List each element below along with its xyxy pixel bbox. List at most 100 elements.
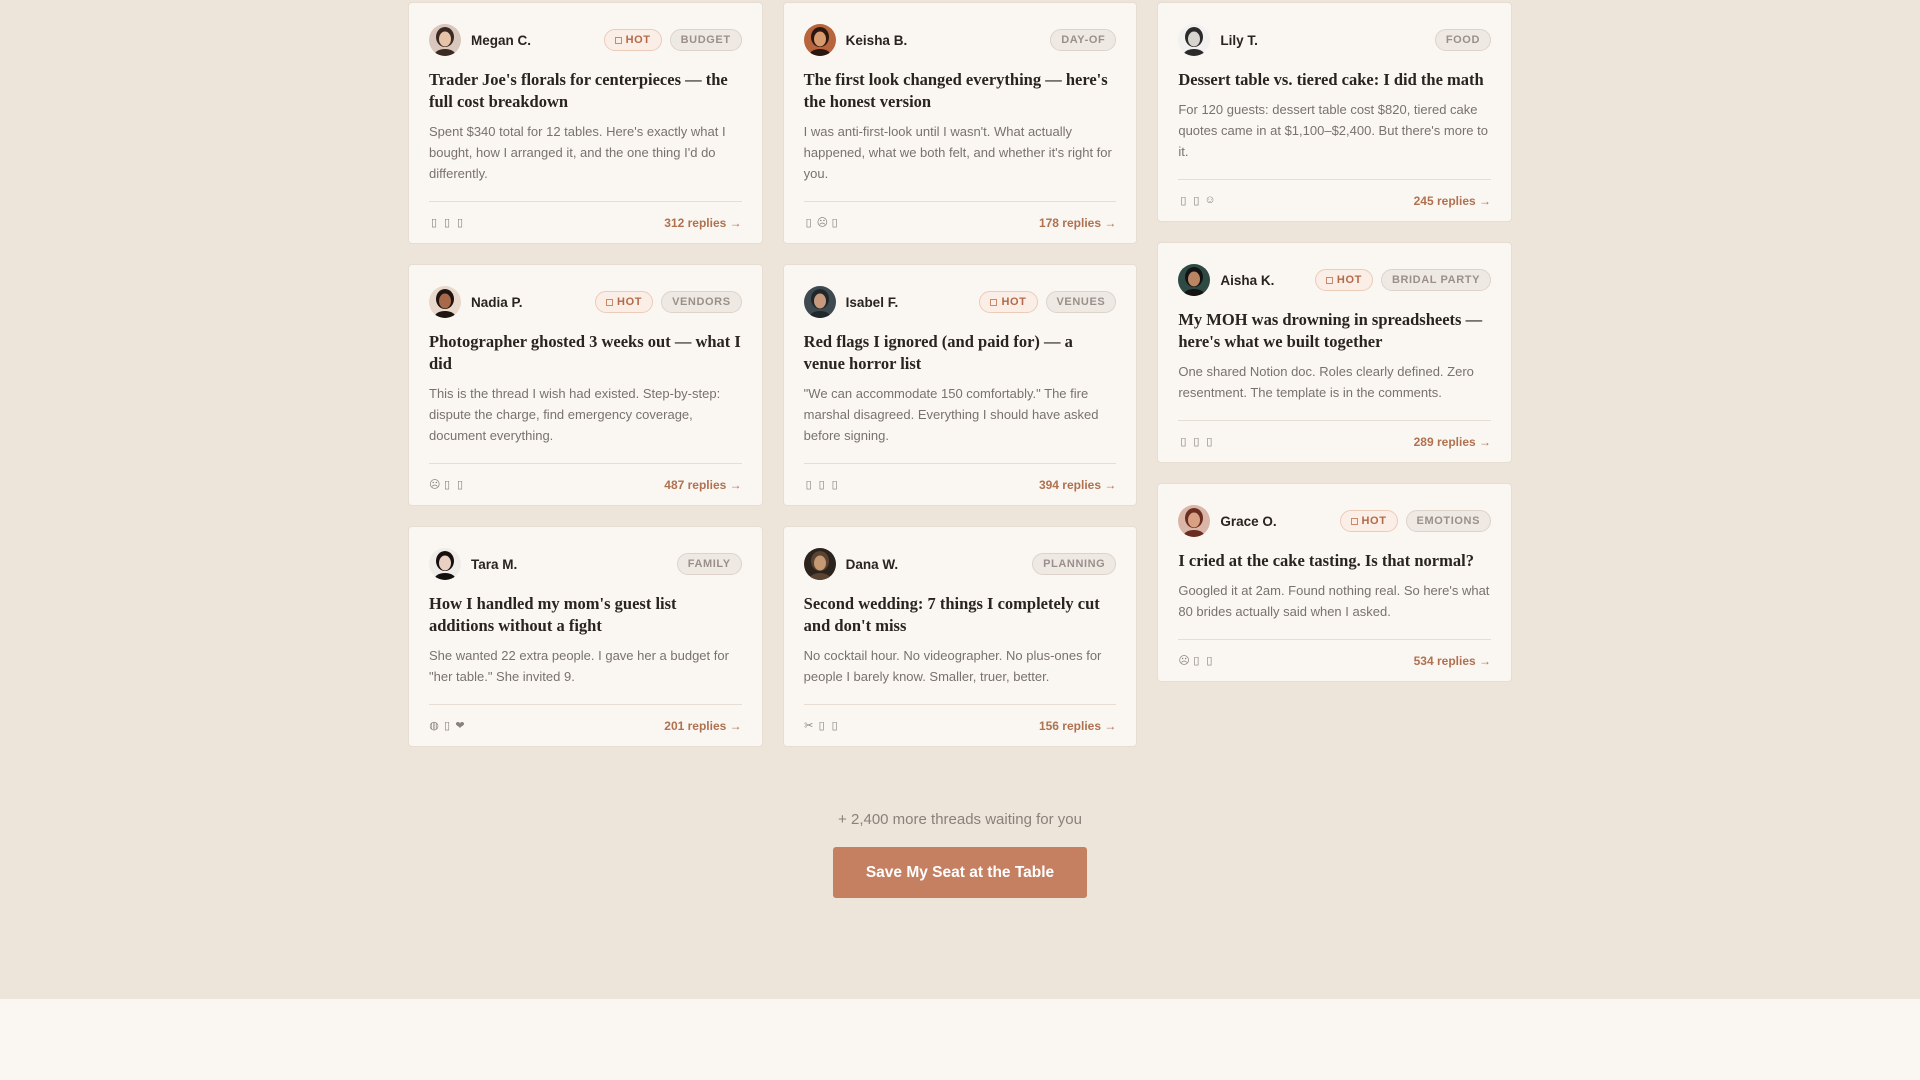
thread-card[interactable]: Nadia P. HOT VENDORS Photographer ghosted… <box>408 264 763 506</box>
tag-label: VENDORS <box>672 296 731 308</box>
card-footer: ☹ ▯ ▯ 487 replies → <box>429 463 742 505</box>
reaction-icon[interactable]: ▯ <box>455 216 465 229</box>
thread-card[interactable]: Tara M. FAMILY How I handled my mom's gu… <box>408 526 763 747</box>
thread-card[interactable]: Aisha K. HOT BRIDAL PARTY My MOH was drow… <box>1157 242 1513 463</box>
thread-title[interactable]: My MOH was drowning in spreadsheets — he… <box>1178 309 1491 353</box>
reaction-icon[interactable]: ▯ <box>804 478 814 491</box>
thread-title[interactable]: Red flags I ignored (and paid for) — a v… <box>804 331 1117 375</box>
reaction-icon[interactable]: ▯ <box>1178 194 1188 207</box>
reaction-icon[interactable]: ▯ <box>1191 654 1201 667</box>
reaction-icon[interactable]: ❤ <box>455 719 465 732</box>
tag-list: PLANNING <box>1032 553 1117 575</box>
thread-card[interactable]: Isabel F. HOT VENUES Red flags I ignored … <box>782 264 1138 506</box>
thread-title[interactable]: Photographer ghosted 3 weeks out — what … <box>429 331 742 375</box>
thread-title[interactable]: Second wedding: 7 things I completely cu… <box>804 593 1117 637</box>
reaction-icon[interactable]: ▯ <box>830 719 840 732</box>
hot-badge[interactable]: HOT <box>603 29 662 51</box>
card-header: Grace O. HOT EMOTIONS <box>1178 504 1492 538</box>
thread-card[interactable]: Dana W. PLANNING Second wedding: 7 thing… <box>782 526 1138 747</box>
author: Nadia P. <box>429 286 523 318</box>
category-tag[interactable]: VENUES <box>1045 291 1117 313</box>
thread-title[interactable]: Trader Joe's florals for centerpieces — … <box>429 69 742 113</box>
category-tag[interactable]: EMOTIONS <box>1405 510 1492 532</box>
card-footer: ◍ ▯ ❤ 201 replies → <box>429 704 742 746</box>
reaction-icon[interactable]: ▯ <box>830 216 840 229</box>
reaction-icon[interactable]: ✂ <box>804 719 814 732</box>
reaction-icon[interactable]: ☹ <box>1178 654 1189 667</box>
category-tag[interactable]: PLANNING <box>1032 553 1117 575</box>
thread-card[interactable]: Lily T. FOOD Dessert table vs. tiered ca… <box>1157 2 1513 222</box>
reaction-icon[interactable]: ▯ <box>1204 435 1214 448</box>
reaction-icon[interactable]: ▯ <box>1204 654 1214 667</box>
reaction-icon[interactable]: ◍ <box>429 719 439 732</box>
reaction-icon[interactable]: ▯ <box>442 478 452 491</box>
thread-title[interactable]: I cried at the cake tasting. Is that nor… <box>1178 550 1491 572</box>
hot-badge[interactable]: HOT <box>595 291 654 313</box>
reaction-icon[interactable]: ▯ <box>817 719 827 732</box>
reaction-icon[interactable]: ▯ <box>442 216 452 229</box>
tag-label: BUDGET <box>680 34 731 46</box>
replies-link[interactable]: 394 replies → <box>1039 478 1116 492</box>
reaction-icon[interactable]: ▯ <box>429 216 439 229</box>
thread-title[interactable]: Dessert table vs. tiered cake: I did the… <box>1178 69 1491 91</box>
replies-link[interactable]: 245 replies → <box>1414 194 1491 208</box>
hot-badge[interactable]: HOT <box>1339 510 1398 532</box>
reaction-icon[interactable]: ☺ <box>1204 194 1215 207</box>
thread-card[interactable]: Grace O. HOT EMOTIONS I cried at the cake… <box>1157 483 1513 682</box>
reaction-icon[interactable]: ☹ <box>817 216 828 229</box>
category-tag[interactable]: FAMILY <box>676 553 742 575</box>
reaction-icons: ▯ ▯ ▯ <box>429 216 465 229</box>
card-header: Tara M. FAMILY <box>429 547 742 581</box>
replies-link[interactable]: 312 replies → <box>664 216 741 230</box>
card-header: Lily T. FOOD <box>1178 23 1492 57</box>
reaction-icon[interactable]: ☹ <box>429 478 440 491</box>
avatar <box>429 548 461 580</box>
avatar-portrait-icon <box>429 24 461 56</box>
category-tag[interactable]: BUDGET <box>669 29 742 51</box>
category-tag[interactable]: DAY-OF <box>1050 29 1117 51</box>
replies-link[interactable]: 534 replies → <box>1414 654 1491 668</box>
replies-link[interactable]: 201 replies → <box>664 719 741 733</box>
reaction-icon[interactable]: ▯ <box>1191 435 1201 448</box>
hot-badge[interactable]: HOT <box>1314 269 1373 291</box>
hot-badge[interactable]: HOT <box>979 291 1038 313</box>
card-footer: ✂ ▯ ▯ 156 replies → <box>803 704 1117 746</box>
tag-list: HOT BRIDAL PARTY <box>1314 269 1492 291</box>
reaction-icon[interactable]: ▯ <box>804 216 814 229</box>
category-tag[interactable]: BRIDAL PARTY <box>1380 269 1492 291</box>
thread-column: Megan C. HOT BUDGET Trader Joe's florals … <box>408 2 763 747</box>
replies-link[interactable]: 178 replies → <box>1039 216 1116 230</box>
reaction-icon[interactable]: ▯ <box>830 478 840 491</box>
reaction-icon[interactable]: ▯ <box>1178 435 1188 448</box>
reaction-icons: ▯ ▯ ☺ <box>1178 194 1215 207</box>
thread-title[interactable]: The first look changed everything — here… <box>804 69 1117 113</box>
reaction-icon[interactable]: ▯ <box>817 478 827 491</box>
thread-card[interactable]: Megan C. HOT BUDGET Trader Joe's florals … <box>408 2 763 244</box>
tag-list: DAY-OF <box>1050 29 1117 51</box>
thread-grid: Megan C. HOT BUDGET Trader Joe's florals … <box>408 2 1513 747</box>
category-tag[interactable]: VENDORS <box>661 291 742 313</box>
thread-excerpt: This is the thread I wish had existed. S… <box>429 386 721 443</box>
replies-link[interactable]: 156 replies → <box>1039 719 1116 733</box>
author: Grace O. <box>1178 505 1277 537</box>
reaction-icon[interactable]: ▯ <box>1191 194 1201 207</box>
card-header: Aisha K. HOT BRIDAL PARTY <box>1178 263 1492 297</box>
thread-card[interactable]: Keisha B. DAY-OF The first look changed … <box>782 2 1138 244</box>
avatar <box>803 286 836 318</box>
reaction-icon[interactable]: ▯ <box>442 719 452 732</box>
thread-column: Lily T. FOOD Dessert table vs. tiered ca… <box>1157 2 1513 682</box>
reaction-icon[interactable]: ▯ <box>455 478 465 491</box>
avatar-portrait-icon <box>1178 264 1211 296</box>
tag-label: HOT <box>617 296 643 308</box>
category-tag[interactable]: FOOD <box>1434 29 1492 51</box>
replies-link[interactable]: 289 replies → <box>1414 435 1491 449</box>
replies-link[interactable]: 487 replies → <box>664 478 741 492</box>
thread-title[interactable]: How I handled my mom's guest list additi… <box>429 593 742 637</box>
avatar <box>429 286 461 318</box>
author-name: Lily T. <box>1220 32 1258 48</box>
avatar <box>429 24 461 56</box>
author-name: Keisha B. <box>845 32 908 48</box>
save-seat-button[interactable]: Save My Seat at the Table <box>833 847 1087 898</box>
avatar <box>1178 24 1211 56</box>
author-name: Isabel F. <box>845 294 899 310</box>
